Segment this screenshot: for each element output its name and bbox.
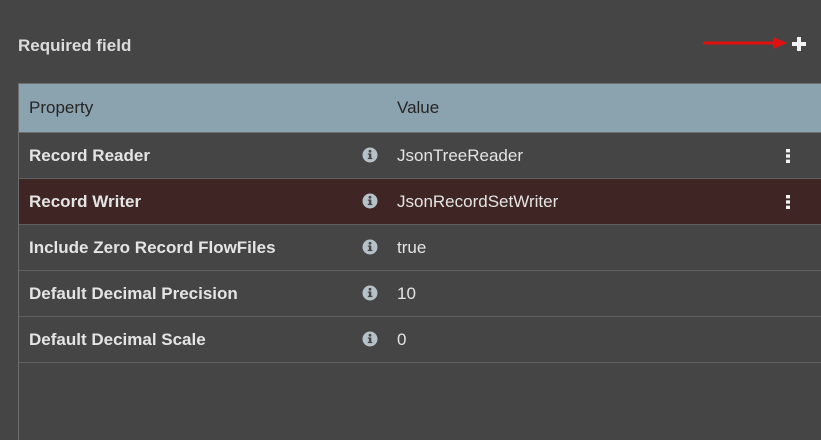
property-name: Record Writer [29,191,142,211]
table-row[interactable]: Default Decimal Scale 0 [19,317,821,363]
kebab-menu-icon [786,149,790,163]
table-row[interactable]: Include Zero Record FlowFiles true [19,225,821,271]
row-menu-button[interactable] [779,193,797,211]
row-menu-button[interactable] [779,147,797,165]
table-body: Record Reader JsonTreeReader Record Writer… [19,133,821,363]
add-property-button[interactable] [788,33,810,55]
property-name: Default Decimal Precision [29,283,238,303]
column-header-property[interactable]: Property [19,98,387,118]
property-value[interactable]: true [397,238,426,258]
info-icon[interactable] [362,331,378,347]
table-row[interactable]: Default Decimal Precision 10 [19,271,821,317]
property-name: Default Decimal Scale [29,329,206,349]
table-row[interactable]: Record Writer JsonRecordSetWriter [19,179,821,225]
kebab-menu-icon [786,195,790,209]
property-name: Record Reader [29,145,150,165]
properties-table: Property Value Record Reader JsonTreeRead… [18,83,821,440]
property-name: Include Zero Record FlowFiles [29,237,276,257]
table-row[interactable]: Record Reader JsonTreeReader [19,133,821,179]
info-icon[interactable] [362,193,378,209]
properties-toolbar: Required field [0,0,821,84]
table-header: Property Value [19,84,821,133]
info-icon[interactable] [362,285,378,301]
property-value[interactable]: 0 [397,330,406,350]
info-icon[interactable] [362,147,378,163]
required-field-label: Required field [18,36,132,55]
column-header-value[interactable]: Value [387,98,439,118]
red-arrow-annotation-icon [703,37,787,49]
info-icon[interactable] [362,239,378,255]
property-value[interactable]: 10 [397,284,416,304]
property-value[interactable]: JsonRecordSetWriter [397,192,558,212]
plus-icon [792,37,806,51]
property-value[interactable]: JsonTreeReader [397,146,523,166]
